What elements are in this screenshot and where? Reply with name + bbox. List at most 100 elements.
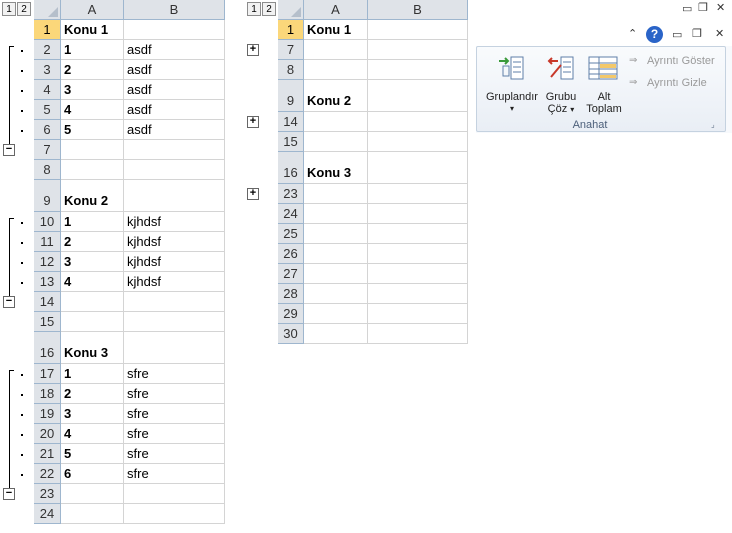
cell-column-b[interactable]: asdf <box>124 100 225 120</box>
cell-column-b[interactable]: kjhdsf <box>124 252 225 272</box>
ungroup-label-line1[interactable]: Grubu <box>543 91 579 103</box>
row-header[interactable]: 10 <box>34 212 61 232</box>
row-header[interactable]: 7 <box>278 40 304 60</box>
cell-column-a[interactable]: 1 <box>61 40 124 60</box>
cell-column-a[interactable] <box>304 304 368 324</box>
row-header[interactable]: 20 <box>34 424 61 444</box>
cell-column-a[interactable]: 2 <box>61 232 124 252</box>
cell-column-b[interactable] <box>124 484 225 504</box>
group-button-label[interactable]: Gruplandır <box>481 91 543 103</box>
row-header[interactable]: 24 <box>278 204 304 224</box>
cell-column-b[interactable]: kjhdsf <box>124 232 225 252</box>
expand-group-button[interactable]: + <box>247 44 259 56</box>
cell-column-b[interactable]: sfre <box>124 464 225 484</box>
help-icon[interactable]: ? <box>646 26 663 43</box>
subtotal-label-line1[interactable]: Alt <box>583 91 625 103</box>
close-icon[interactable]: ✕ <box>716 1 725 14</box>
cell-column-b[interactable]: asdf <box>124 80 225 100</box>
cell-column-a[interactable]: Konu 1 <box>304 20 368 40</box>
cell-column-b[interactable] <box>368 324 468 344</box>
cell-column-b[interactable] <box>368 224 468 244</box>
row-header[interactable]: 19 <box>34 404 61 424</box>
row-header[interactable]: 25 <box>278 224 304 244</box>
cell-column-a[interactable] <box>61 160 124 180</box>
cell-column-a[interactable]: Konu 2 <box>304 80 368 112</box>
cell-column-b[interactable] <box>368 184 468 204</box>
column-header-b-right[interactable]: B <box>368 0 468 20</box>
cell-column-b[interactable] <box>368 204 468 224</box>
row-header[interactable]: 6 <box>34 120 61 140</box>
select-all-corner-right[interactable] <box>278 0 304 20</box>
cell-column-a[interactable] <box>304 112 368 132</box>
cell-column-a[interactable] <box>61 504 124 524</box>
cell-column-a[interactable]: Konu 3 <box>61 332 124 364</box>
row-header[interactable]: 24 <box>34 504 61 524</box>
row-header[interactable]: 1 <box>278 20 304 40</box>
cell-column-a[interactable] <box>61 140 124 160</box>
outline-level-1-button[interactable]: 1 <box>2 2 16 16</box>
cell-column-b[interactable] <box>368 112 468 132</box>
cell-column-b[interactable] <box>124 140 225 160</box>
cell-column-a[interactable] <box>61 292 124 312</box>
row-header[interactable]: 27 <box>278 264 304 284</box>
minimize-icon[interactable]: ▭ <box>682 2 692 15</box>
collapse-ribbon-icon[interactable]: ⌃ <box>628 27 637 40</box>
cell-column-b[interactable]: sfre <box>124 404 225 424</box>
row-header[interactable]: 16 <box>278 152 304 184</box>
row-header[interactable]: 21 <box>34 444 61 464</box>
cell-column-a[interactable] <box>61 484 124 504</box>
cell-column-b[interactable] <box>124 180 225 212</box>
row-header[interactable]: 3 <box>34 60 61 80</box>
outline-level-2-button-right[interactable]: 2 <box>262 2 276 16</box>
cell-column-a[interactable]: 4 <box>61 424 124 444</box>
cell-column-b[interactable] <box>124 20 225 40</box>
row-header[interactable]: 26 <box>278 244 304 264</box>
cell-column-a[interactable]: 2 <box>61 60 124 80</box>
cell-column-b[interactable] <box>368 244 468 264</box>
cell-column-b[interactable] <box>368 20 468 40</box>
row-header[interactable]: 2 <box>34 40 61 60</box>
column-header-b[interactable]: B <box>124 0 225 20</box>
outline-level-1-button-right[interactable]: 1 <box>247 2 261 16</box>
cell-column-a[interactable] <box>304 132 368 152</box>
cell-column-a[interactable] <box>304 224 368 244</box>
hide-detail-button[interactable]: Ayrıntı Gizle <box>647 77 707 89</box>
cell-column-a[interactable] <box>304 40 368 60</box>
cell-column-b[interactable]: sfre <box>124 364 225 384</box>
row-header[interactable]: 8 <box>34 160 61 180</box>
cell-column-b[interactable] <box>124 160 225 180</box>
cell-column-a[interactable]: Konu 1 <box>61 20 124 40</box>
cell-column-a[interactable]: 4 <box>61 100 124 120</box>
row-header[interactable]: 22 <box>34 464 61 484</box>
cell-column-a[interactable] <box>304 204 368 224</box>
cell-column-a[interactable]: 3 <box>61 80 124 100</box>
cell-column-a[interactable]: 3 <box>61 252 124 272</box>
cell-column-a[interactable] <box>61 312 124 332</box>
collapse-group-button[interactable]: − <box>3 488 15 500</box>
cell-column-b[interactable] <box>124 312 225 332</box>
group-icon[interactable] <box>497 53 527 83</box>
row-header[interactable]: 9 <box>34 180 61 212</box>
cell-column-a[interactable]: 2 <box>61 384 124 404</box>
cell-column-a[interactable]: 1 <box>61 364 124 384</box>
workbook-restore-icon[interactable]: ❐ <box>692 27 702 40</box>
cell-column-b[interactable] <box>368 132 468 152</box>
cell-column-a[interactable] <box>304 60 368 80</box>
cell-column-b[interactable]: asdf <box>124 120 225 140</box>
workbook-minimize-icon[interactable]: ▭ <box>672 28 682 41</box>
cell-column-b[interactable] <box>368 60 468 80</box>
row-header[interactable]: 4 <box>34 80 61 100</box>
row-header[interactable]: 11 <box>34 232 61 252</box>
row-header[interactable]: 23 <box>34 484 61 504</box>
cell-column-a[interactable]: 6 <box>61 464 124 484</box>
cell-column-a[interactable]: 3 <box>61 404 124 424</box>
ungroup-icon[interactable] <box>547 53 577 83</box>
cell-column-a[interactable] <box>304 324 368 344</box>
expand-group-button[interactable]: + <box>247 116 259 128</box>
cell-column-a[interactable]: 1 <box>61 212 124 232</box>
outline-level-2-button[interactable]: 2 <box>17 2 31 16</box>
cell-column-b[interactable] <box>124 332 225 364</box>
row-header[interactable]: 5 <box>34 100 61 120</box>
cell-column-a[interactable]: 5 <box>61 444 124 464</box>
row-header[interactable]: 18 <box>34 384 61 404</box>
